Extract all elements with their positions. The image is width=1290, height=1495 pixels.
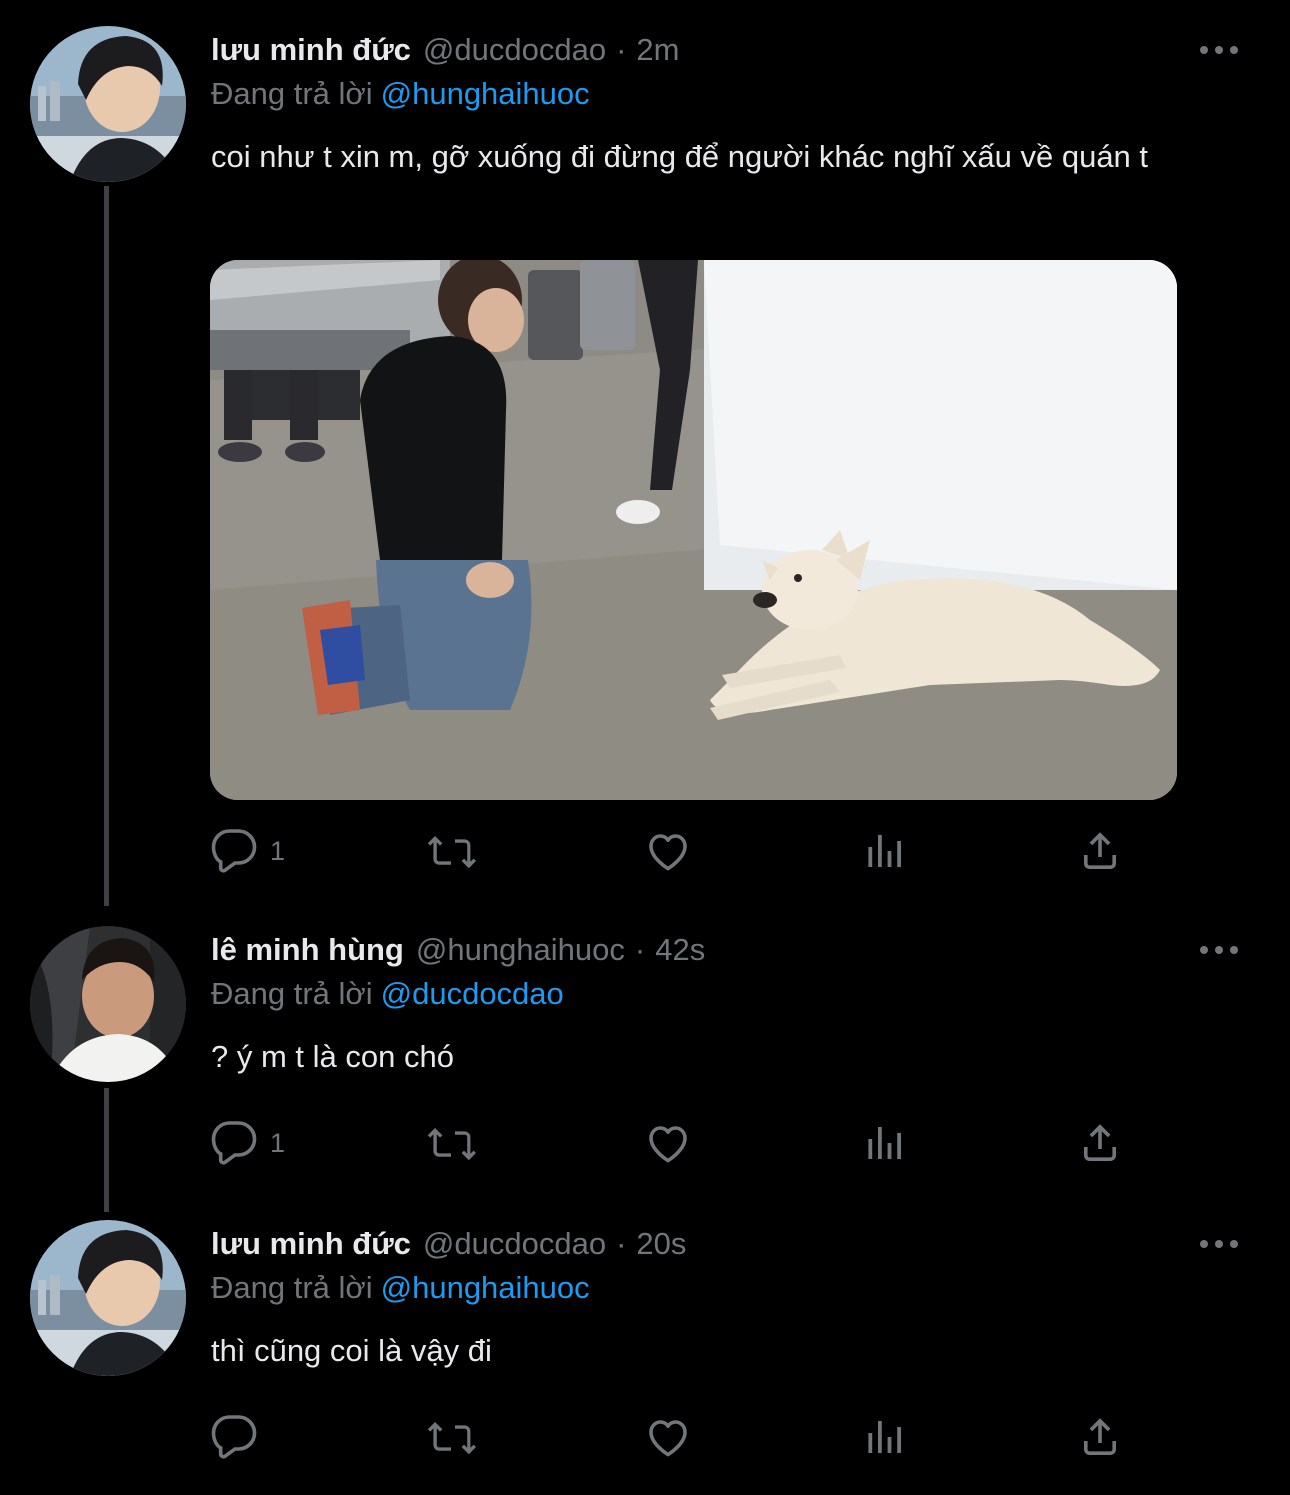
like-button[interactable] <box>643 1412 693 1462</box>
replying-label: Đang trả lời <box>211 1270 373 1305</box>
avatar-image <box>30 26 186 182</box>
timestamp[interactable]: 2m <box>636 32 679 68</box>
retweet-icon <box>427 1422 476 1455</box>
share-icon <box>1084 1124 1116 1161</box>
user-handle[interactable]: @ducdocdao <box>423 32 606 68</box>
tweet-header: lê minh hùng @hunghaihuoc · 42s <box>211 926 705 974</box>
share-button[interactable] <box>1076 1118 1124 1168</box>
tweet-photo[interactable] <box>210 260 1177 800</box>
reply-icon <box>211 1415 257 1459</box>
timestamp[interactable]: 42s <box>655 932 705 968</box>
more-options-icon[interactable] <box>1200 1232 1238 1256</box>
more-options-icon[interactable] <box>1200 38 1238 62</box>
photo-image <box>210 260 1177 800</box>
analytics-button[interactable] <box>862 826 910 876</box>
tweet-text: coi như t xin m, gỡ xuống đi đừng để ngư… <box>211 139 1149 174</box>
retweet-button[interactable] <box>425 1118 481 1168</box>
timestamp[interactable]: 20s <box>636 1226 686 1262</box>
retweet-icon <box>427 1128 476 1161</box>
replying-label: Đang trả lời <box>211 76 373 111</box>
retweet-icon <box>427 836 476 869</box>
analytics-icon <box>868 1421 901 1453</box>
replying-to: Đang trả lời @hunghaihuoc <box>211 1270 590 1306</box>
reply-icon <box>211 1121 257 1165</box>
retweet-button[interactable] <box>425 1412 481 1462</box>
share-button[interactable] <box>1076 1412 1124 1462</box>
retweet-button[interactable] <box>425 826 481 876</box>
mention-link[interactable]: @hunghaihuoc <box>381 76 590 111</box>
user-handle[interactable]: @ducdocdao <box>423 1226 606 1262</box>
analytics-icon <box>868 835 901 867</box>
like-icon <box>649 1420 687 1457</box>
user-handle[interactable]: @hunghaihuoc <box>416 932 625 968</box>
reply-button[interactable]: 1 <box>210 1118 285 1168</box>
reply-button[interactable] <box>210 1412 270 1462</box>
tweet-actions: 1 <box>210 826 1140 876</box>
replying-label: Đang trả lời <box>211 976 373 1011</box>
avatar[interactable] <box>30 1220 186 1376</box>
avatar[interactable] <box>30 926 186 1082</box>
more-options-icon[interactable] <box>1200 938 1238 962</box>
like-button[interactable] <box>643 826 693 876</box>
share-icon <box>1084 1418 1116 1455</box>
tweet[interactable]: lưu minh đức @ducdocdao · 2m Đang trả lờ… <box>0 26 1290 896</box>
avatar-image <box>30 926 186 1082</box>
replying-to: Đang trả lời @ducdocdao <box>211 976 564 1012</box>
tweet[interactable]: lê minh hùng @hunghaihuoc · 42s Đang trả… <box>0 926 1290 1196</box>
avatar[interactable] <box>30 26 186 182</box>
analytics-button[interactable] <box>862 1412 910 1462</box>
share-button[interactable] <box>1076 826 1124 876</box>
mention-link[interactable]: @hunghaihuoc <box>381 1270 590 1305</box>
tweet-actions <box>210 1412 1140 1462</box>
reply-button[interactable]: 1 <box>210 826 285 876</box>
tweet-text: thì cũng coi là vậy đi <box>211 1333 492 1368</box>
tweet-actions: 1 <box>210 1118 1140 1168</box>
tweet[interactable]: lưu minh đức @ducdocdao · 20s Đang trả l… <box>0 1220 1290 1490</box>
like-icon <box>649 834 687 871</box>
tweet-text: ? ý m t là con chó <box>211 1039 454 1074</box>
replying-to: Đang trả lời @hunghaihuoc <box>211 76 590 112</box>
reply-icon <box>211 829 257 873</box>
avatar-image <box>30 1220 186 1376</box>
reply-count: 1 <box>270 1127 286 1158</box>
display-name[interactable]: lưu minh đức <box>211 32 411 68</box>
tweet-header: lưu minh đức @ducdocdao · 2m <box>211 26 679 74</box>
share-icon <box>1084 832 1116 869</box>
analytics-icon <box>868 1127 901 1159</box>
display-name[interactable]: lưu minh đức <box>211 1226 411 1262</box>
analytics-button[interactable] <box>862 1118 910 1168</box>
separator: · <box>634 932 646 967</box>
reply-count: 1 <box>270 835 286 866</box>
like-icon <box>649 1126 687 1163</box>
separator: · <box>616 1226 627 1261</box>
separator: · <box>616 32 627 67</box>
like-button[interactable] <box>643 1118 693 1168</box>
display-name[interactable]: lê minh hùng <box>211 932 404 968</box>
mention-link[interactable]: @ducdocdao <box>381 976 564 1011</box>
tweet-header: lưu minh đức @ducdocdao · 20s <box>211 1220 686 1268</box>
